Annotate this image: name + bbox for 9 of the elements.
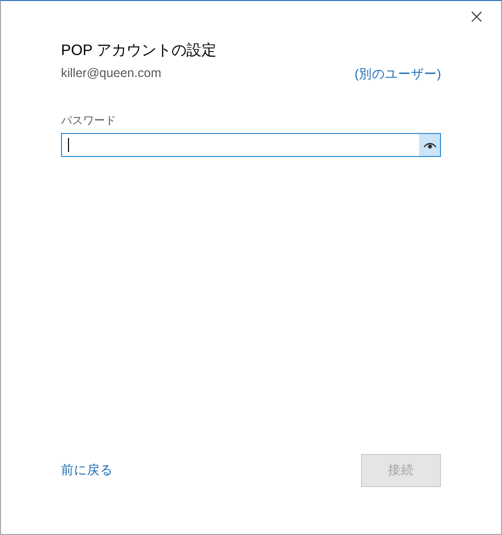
eye-icon — [422, 141, 436, 149]
close-button[interactable]: × — [464, 5, 489, 27]
dialog-title: POP アカウントの設定 — [61, 41, 218, 60]
account-email: killer@queen.com — [61, 66, 162, 82]
back-link[interactable]: 前に戻る — [61, 462, 113, 479]
password-label: パスワード — [61, 114, 117, 128]
reveal-password-button[interactable] — [419, 134, 440, 156]
password-field[interactable] — [61, 133, 441, 157]
other-user-link[interactable]: (別のユーザー) — [354, 66, 441, 83]
